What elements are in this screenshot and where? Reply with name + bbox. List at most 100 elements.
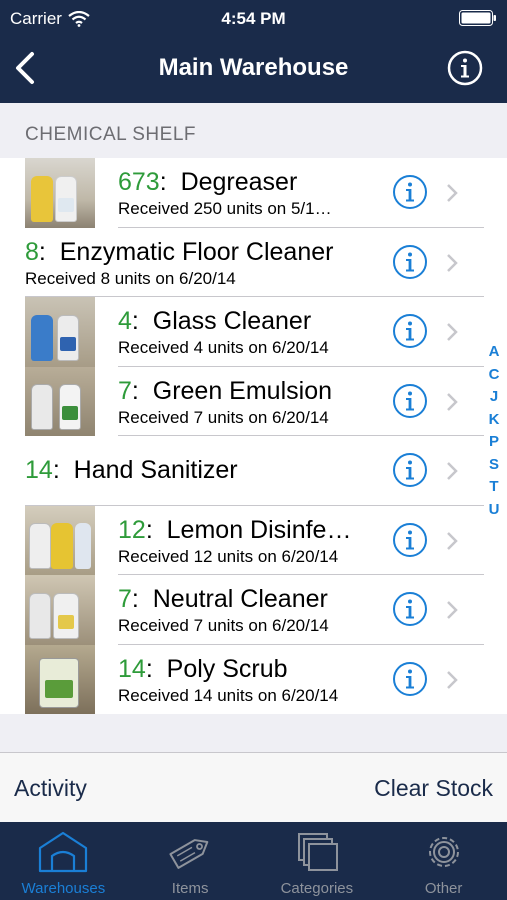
tab-items[interactable]: Items — [127, 822, 254, 900]
item-detail: Received 250 units on 5/1… — [118, 199, 332, 218]
chevron-right-icon — [447, 184, 458, 202]
item-name: Neutral Cleaner — [152, 585, 328, 613]
tab-label: Warehouses — [21, 880, 106, 897]
item-detail: Received 7 units on 6/20/14 — [118, 616, 329, 635]
list-item[interactable]: 14: Poly Scrub Received 14 units on 6/20… — [0, 644, 484, 714]
list-item[interactable]: 7: Neutral Cleaner Received 7 units on 6… — [0, 575, 484, 645]
index-letter[interactable]: C — [489, 364, 500, 387]
index-letter[interactable]: K — [489, 409, 500, 432]
list-item[interactable]: 7: Green Emulsion Received 7 units on 6/… — [0, 366, 484, 436]
warehouse-icon — [39, 831, 88, 873]
index-letter[interactable]: S — [489, 454, 499, 477]
top-bar: Carrier 4:54 PM Main Warehouse — [0, 0, 507, 103]
bottom-toolbar: Activity Clear Stock — [0, 752, 507, 822]
list-item[interactable]: 12: Lemon Disinfe… Received 12 units on … — [0, 505, 484, 575]
tab-label: Items — [171, 880, 209, 897]
item-thumbnail — [25, 505, 95, 575]
chevron-right-icon — [447, 670, 458, 689]
clear-stock-button[interactable]: Clear Stock — [374, 775, 493, 802]
item-text: 7: Neutral Cleaner Received 7 units on 6… — [118, 585, 384, 636]
index-letter[interactable]: U — [489, 499, 500, 522]
battery-icon — [459, 10, 496, 26]
item-name: Green Emulsion — [152, 376, 332, 405]
item-text: 673: Degreaser Received 250 units on 5/1… — [118, 168, 384, 219]
item-detail: Received 8 units on 6/20/14 — [25, 268, 236, 288]
chevron-right-icon — [447, 462, 458, 480]
item-quantity: 7 — [118, 585, 132, 613]
item-detail: Received 12 units on 6/20/14 — [118, 546, 339, 566]
info-icon[interactable] — [447, 50, 483, 86]
page-title: Main Warehouse — [158, 54, 349, 81]
item-quantity: 8 — [25, 237, 39, 266]
tab-other[interactable]: Other — [380, 822, 507, 900]
section-index[interactable]: A C J K P S T U — [486, 341, 502, 521]
info-icon[interactable] — [392, 522, 428, 558]
info-icon[interactable] — [392, 661, 428, 697]
tag-icon — [169, 839, 209, 869]
item-detail: Received 4 units on 6/20/14 — [118, 338, 329, 357]
index-letter[interactable]: P — [489, 431, 499, 454]
tab-categories[interactable]: Categories — [254, 822, 381, 900]
item-name: Glass Cleaner — [152, 307, 312, 335]
item-quantity: 14 — [25, 456, 53, 484]
info-icon[interactable] — [392, 174, 428, 210]
tab-label: Categories — [280, 880, 354, 897]
item-title: 8: Enzymatic Floor Cleaner — [25, 237, 334, 266]
item-title: 14: Poly Scrub — [118, 654, 288, 683]
item-title: 673: Degreaser — [118, 168, 298, 196]
item-name: Enzymatic Floor Cleaner — [59, 237, 334, 266]
item-list: 673: Degreaser Received 250 units on 5/1… — [0, 158, 507, 714]
index-letter[interactable]: J — [490, 386, 498, 409]
item-text: 14: Poly Scrub Received 14 units on 6/20… — [118, 655, 384, 706]
info-icon[interactable] — [392, 591, 428, 627]
item-title: 7: Neutral Cleaner — [118, 585, 328, 613]
item-text: 4: Glass Cleaner Received 4 units on 6/2… — [118, 307, 384, 358]
index-letter[interactable]: A — [489, 341, 500, 364]
item-title: 14: Hand Sanitizer — [25, 456, 238, 484]
item-text: 7: Green Emulsion Received 7 units on 6/… — [118, 377, 384, 428]
chevron-right-icon — [447, 392, 458, 411]
item-title: 12: Lemon Disinfe… — [118, 515, 352, 544]
tab-warehouses[interactable]: Warehouses — [0, 822, 127, 900]
item-detail: Received 14 units on 6/20/14 — [118, 685, 339, 705]
activity-button[interactable]: Activity — [14, 775, 87, 802]
section-header: CHEMICAL SHELF — [25, 124, 196, 145]
item-name: Degreaser — [180, 168, 298, 196]
list-item[interactable]: 14: Hand Sanitizer — [0, 436, 484, 506]
item-quantity: 12 — [118, 515, 146, 544]
info-icon[interactable] — [392, 452, 428, 488]
status-time: 4:54 PM — [221, 9, 286, 28]
tab-bar: Warehouses Items Categories Other — [0, 822, 507, 900]
item-thumbnail — [25, 366, 95, 436]
list-item[interactable]: 673: Degreaser Received 250 units on 5/1… — [0, 158, 484, 228]
status-bar: Carrier 4:54 PM — [0, 0, 507, 36]
info-icon[interactable] — [392, 383, 428, 419]
item-quantity: 7 — [118, 376, 132, 405]
item-thumbnail — [25, 158, 95, 228]
item-name: Poly Scrub — [166, 654, 288, 683]
item-thumbnail — [25, 575, 95, 645]
item-detail: Received 7 units on 6/20/14 — [118, 407, 329, 427]
stacked-squares-icon — [297, 833, 338, 871]
item-name: Hand Sanitizer — [73, 456, 238, 484]
item-quantity: 4 — [118, 307, 132, 335]
item-thumbnail — [25, 644, 95, 714]
chevron-right-icon — [447, 253, 458, 272]
item-text: 14: Hand Sanitizer — [25, 446, 374, 485]
item-thumbnail — [25, 297, 95, 367]
chevron-right-icon — [447, 323, 458, 341]
item-text: 12: Lemon Disinfe… Received 12 units on … — [118, 516, 384, 567]
item-text: 8: Enzymatic Floor Cleaner Received 8 un… — [25, 238, 374, 289]
info-icon[interactable] — [392, 313, 428, 349]
item-quantity: 673 — [118, 168, 160, 196]
list-item[interactable]: 4: Glass Cleaner Received 4 units on 6/2… — [0, 297, 484, 367]
item-title: 7: Green Emulsion — [118, 376, 332, 405]
item-title: 4: Glass Cleaner — [118, 307, 312, 335]
index-letter[interactable]: T — [489, 476, 498, 499]
item-quantity: 14 — [118, 654, 146, 683]
info-icon[interactable] — [392, 244, 428, 280]
list-item[interactable]: 8: Enzymatic Floor Cleaner Received 8 un… — [0, 228, 484, 297]
gear-icon — [428, 837, 459, 867]
chevron-right-icon — [447, 531, 458, 550]
item-name: Lemon Disinfe… — [166, 515, 352, 544]
